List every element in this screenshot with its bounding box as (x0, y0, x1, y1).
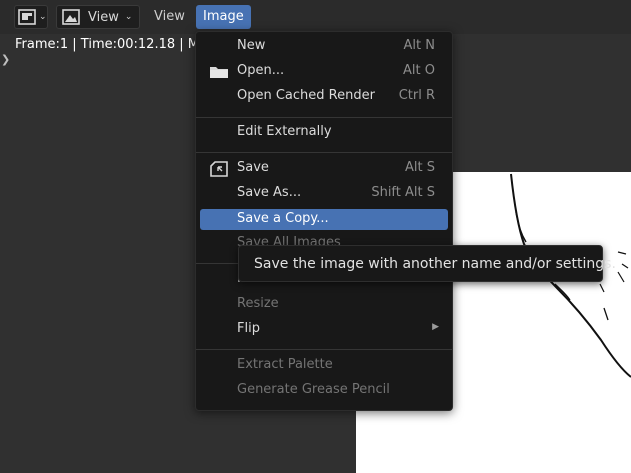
shortcut-label: Alt S (405, 160, 435, 175)
menu-item-label: Save As... (237, 185, 302, 200)
sidebar-toggle-icon[interactable]: ❯ (1, 53, 10, 66)
menu-image[interactable]: Image (196, 5, 251, 29)
view-mode-label: View (88, 9, 119, 25)
shortcut-label: Shift Alt S (371, 185, 435, 200)
shortcut-label: Alt N (403, 38, 435, 53)
menu-item-resize: Resize (200, 294, 448, 315)
menu-item-generate-grease-pencil: Generate Grease Pencil (200, 380, 448, 401)
submenu-arrow-icon: ▶ (432, 322, 439, 332)
menu-item-label: Save a Copy... (237, 211, 329, 226)
menu-item-label: Extract Palette (237, 357, 333, 372)
menu-item-open[interactable]: Open... Alt O (200, 61, 448, 82)
chevron-down-icon: ⌄ (124, 12, 133, 22)
menu-item-label: Open... (237, 63, 285, 78)
menu-item-extract-palette: Extract Palette (200, 355, 448, 376)
menu-item-save-a-copy[interactable]: Save a Copy... (200, 209, 448, 230)
menu-separator (196, 117, 452, 118)
tooltip: Save the image with another name and/or … (238, 245, 616, 282)
menu-item-open-cached-render[interactable]: Open Cached Render Ctrl R (200, 86, 448, 107)
shortcut-label: Ctrl R (398, 88, 435, 103)
menu-item-label: Flip (237, 321, 260, 336)
image-editor-icon (18, 9, 36, 25)
menu-item-flip[interactable]: Flip ▶ (200, 319, 448, 340)
chevron-down-icon: ⌄ (39, 12, 47, 22)
menu-item-save-as[interactable]: Save As... Shift Alt S (200, 183, 448, 204)
save-icon (210, 161, 228, 177)
editor-type-selector[interactable]: ⌄ (14, 5, 48, 29)
menu-item-label: Edit Externally (237, 124, 332, 139)
menu-view[interactable]: View (147, 5, 192, 29)
menu-item-edit-externally[interactable]: Edit Externally (200, 122, 448, 143)
frame-info: Frame:1 | Time:00:12.18 | M (15, 37, 199, 52)
menu-item-new[interactable]: New Alt N (200, 36, 448, 57)
image-menu-dropdown: New Alt N Open... Alt O Open Cached Rend… (195, 31, 453, 411)
menu-separator (196, 152, 452, 153)
menu-item-label: Save (237, 160, 269, 175)
shortcut-label: Alt O (403, 63, 435, 78)
menu-item-save[interactable]: Save Alt S (200, 158, 448, 179)
menu-item-label: New (237, 38, 266, 53)
menu-separator (196, 349, 452, 350)
image-view-icon (62, 9, 80, 25)
image-editor-header: ⌄ View ⌄ View Image (0, 0, 631, 34)
folder-icon (210, 67, 228, 78)
menu-item-label: Resize (237, 296, 279, 311)
menu-item-label: Open Cached Render (237, 88, 375, 103)
view-mode-selector[interactable]: View ⌄ (56, 5, 140, 29)
menu-item-label: Generate Grease Pencil (237, 382, 390, 397)
